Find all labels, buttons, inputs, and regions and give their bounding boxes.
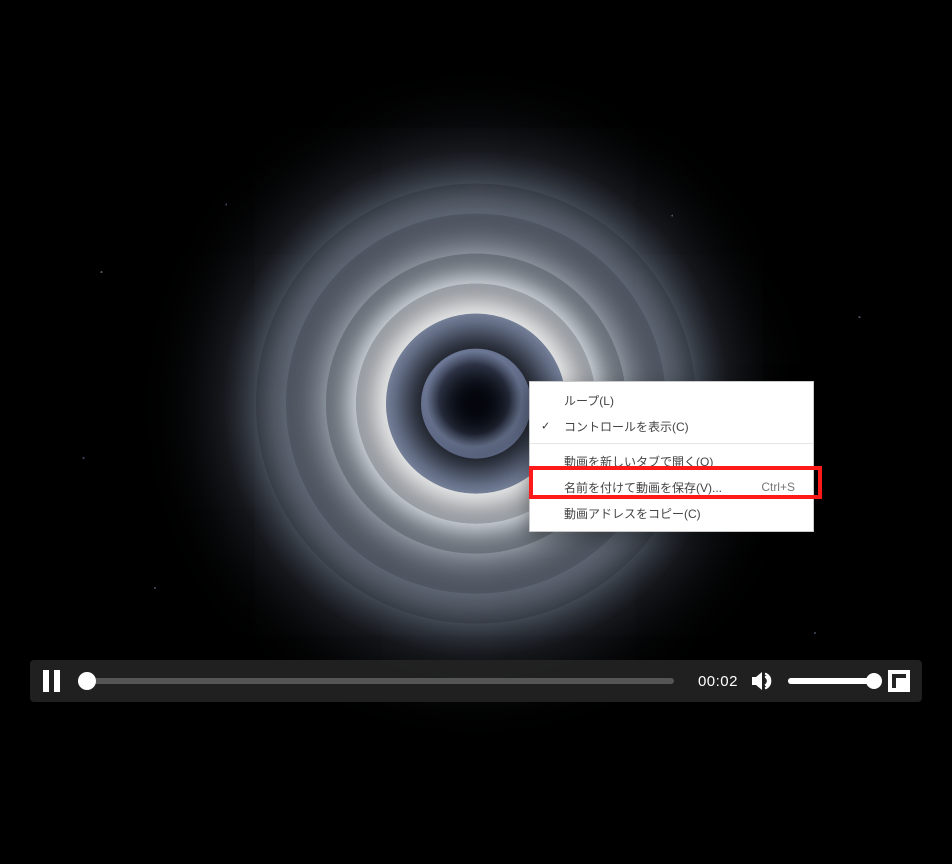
menu-item-open-new-tab[interactable]: 動画を新しいタブで開く(O) <box>530 448 813 474</box>
menu-item-label: 動画を新しいタブで開く(O) <box>564 453 713 470</box>
pause-button[interactable] <box>40 668 66 694</box>
seek-bar[interactable] <box>78 678 674 684</box>
menu-item-label: 名前を付けて動画を保存(V)... <box>564 479 722 496</box>
video-context-menu: ループ(L) ✓ コントロールを表示(C) 動画を新しいタブで開く(O) 名前を… <box>529 381 814 532</box>
seek-thumb[interactable] <box>78 672 96 690</box>
video-controls: 00:02 <box>30 660 922 702</box>
fullscreen-icon <box>888 670 910 692</box>
menu-item-copy-video-address[interactable]: 動画アドレスをコピー(C) <box>530 500 813 526</box>
fullscreen-button[interactable] <box>886 668 912 694</box>
menu-item-save-video-as[interactable]: 名前を付けて動画を保存(V)... Ctrl+S <box>530 474 813 500</box>
menu-separator <box>530 443 813 444</box>
menu-item-label: コントロールを表示(C) <box>564 418 689 435</box>
menu-item-shortcut: Ctrl+S <box>761 480 795 494</box>
menu-item-show-controls[interactable]: ✓ コントロールを表示(C) <box>530 413 813 439</box>
volume-slider[interactable] <box>788 678 874 684</box>
mute-button[interactable] <box>750 668 776 694</box>
volume-fill <box>788 678 874 684</box>
pause-icon <box>43 670 63 692</box>
menu-item-loop[interactable]: ループ(L) <box>530 387 813 413</box>
menu-item-label: ループ(L) <box>564 392 614 409</box>
menu-item-label: 動画アドレスをコピー(C) <box>564 505 701 522</box>
check-icon: ✓ <box>541 420 550 433</box>
elapsed-time: 00:02 <box>686 673 738 690</box>
volume-icon <box>750 670 776 692</box>
volume-thumb[interactable] <box>866 673 882 689</box>
